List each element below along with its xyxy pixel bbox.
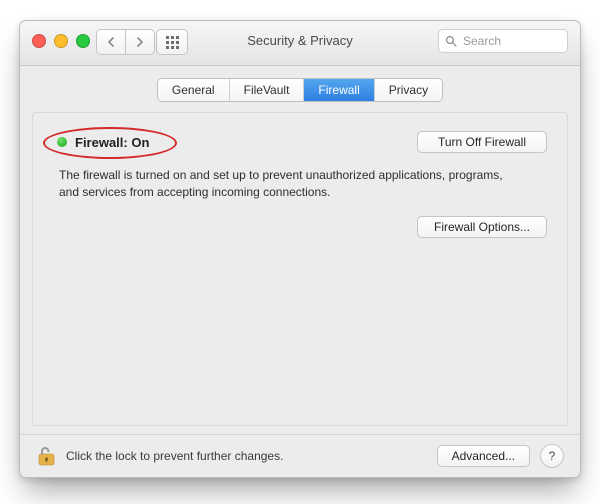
tab-filevault[interactable]: FileVault (230, 79, 305, 101)
grid-icon (166, 36, 179, 49)
search-field[interactable] (438, 29, 568, 53)
footer: Click the lock to prevent further change… (20, 434, 580, 477)
firewall-status: Firewall: On (53, 133, 165, 152)
minimize-button[interactable] (54, 34, 68, 48)
nav-buttons (96, 29, 155, 55)
advanced-button[interactable]: Advanced... (437, 445, 530, 467)
tab-privacy[interactable]: Privacy (375, 79, 442, 101)
firewall-options-button[interactable]: Firewall Options... (417, 216, 547, 238)
show-all-prefs-button[interactable] (156, 29, 188, 55)
window-controls (32, 34, 90, 48)
lock-open-icon (36, 444, 56, 468)
maximize-button[interactable] (76, 34, 90, 48)
search-icon (445, 35, 457, 47)
status-indicator-icon (57, 137, 67, 147)
firewall-status-label: Firewall: On (75, 135, 149, 150)
forward-button[interactable] (126, 29, 155, 55)
back-button[interactable] (96, 29, 126, 55)
preferences-window: Security & Privacy General FileVault Fir… (19, 20, 581, 478)
tab-firewall[interactable]: Firewall (304, 79, 374, 101)
tab-general[interactable]: General (158, 79, 230, 101)
firewall-description: The firewall is turned on and set up to … (59, 167, 519, 202)
turn-off-firewall-button[interactable]: Turn Off Firewall (417, 131, 547, 153)
search-input[interactable] (461, 33, 561, 49)
firewall-pane: Firewall: On Turn Off Firewall The firew… (32, 112, 568, 426)
help-button[interactable]: ? (540, 444, 564, 468)
chevron-right-icon (136, 37, 144, 47)
close-button[interactable] (32, 34, 46, 48)
lock-button[interactable] (36, 444, 56, 468)
lock-description: Click the lock to prevent further change… (66, 449, 427, 463)
titlebar: Security & Privacy (20, 21, 580, 66)
tab-bar: General FileVault Firewall Privacy (20, 66, 580, 102)
chevron-left-icon (107, 37, 115, 47)
